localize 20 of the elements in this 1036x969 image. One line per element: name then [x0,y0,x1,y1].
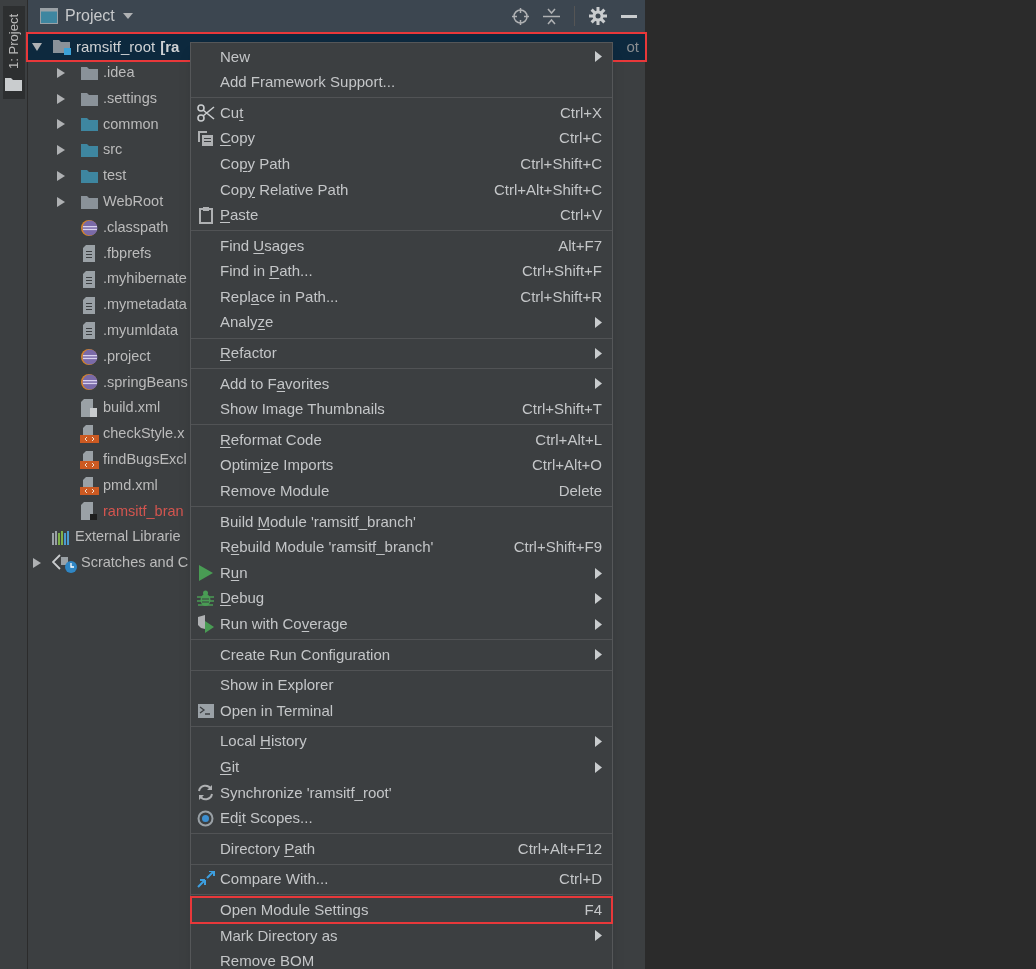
shortcut-text: Ctrl+Shift+R [520,286,602,307]
shortcut-text: Ctrl+D [559,869,602,890]
path-text: ot [626,36,639,57]
shortcut-text: Ctrl+C [559,128,602,149]
shortcut-text: Ctrl+Alt+F12 [517,838,602,859]
module-name: [ra [160,36,180,57]
shortcut-text: Ctrl+Shift+F9 [513,537,602,558]
shortcut-text: Alt+F7 [558,235,602,256]
shortcut-text: Ctrl+Alt+Shift+C [494,179,602,200]
shortcut-text: Ctrl+Alt+O [531,455,602,476]
shortcut-text: Ctrl+V [559,205,602,226]
shortcut-text: Ctrl+X [559,102,602,123]
shortcut-text: F4 [584,899,602,920]
shortcut-text: Ctrl+Alt+L [535,429,602,450]
shortcut-text: Ctrl+Shift+F [521,261,602,282]
root-name: ramsitf_root [76,36,156,57]
shortcut-text: Ctrl+Shift+T [521,399,602,420]
shortcut-text: Ctrl+Shift+C [520,153,602,174]
side-tab-label: 1: Project [4,14,22,69]
shortcut-text: Delete [558,481,602,502]
